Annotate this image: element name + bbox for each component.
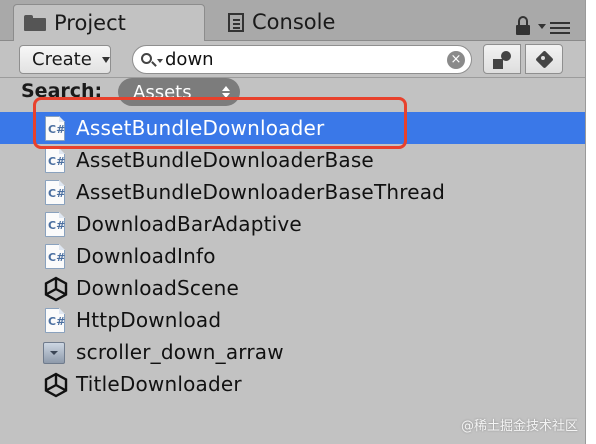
list-item[interactable]: DownloadScene <box>0 272 585 304</box>
list-item[interactable]: C# DownloadInfo <box>0 240 585 272</box>
csharp-script-icon: C# <box>43 148 67 174</box>
list-item-label: DownloadBarAdaptive <box>76 212 302 236</box>
create-label: Create <box>32 49 92 70</box>
tab-project-label: Project <box>54 11 126 35</box>
csharp-script-icon: C# <box>43 180 67 206</box>
tab-bar: Project Console <box>0 0 585 41</box>
create-dropdown-button[interactable]: Create <box>19 45 111 74</box>
project-toolbar: Create × <box>0 41 585 78</box>
list-item[interactable]: scroller_down_arraw <box>0 336 585 368</box>
tab-console[interactable]: Console <box>226 4 335 40</box>
folder-icon <box>24 15 46 31</box>
search-by-type-button[interactable] <box>483 44 521 74</box>
unity-scene-icon <box>43 276 68 302</box>
search-icon[interactable] <box>139 50 163 70</box>
watermark: @稀土掘金技术社区 <box>460 419 578 434</box>
lock-icon[interactable] <box>516 16 530 36</box>
unity-scene-icon <box>43 372 68 398</box>
list-item-label: AssetBundleDownloaderBase <box>76 148 374 172</box>
list-item-label: HttpDownload <box>76 308 222 332</box>
clear-search-icon[interactable]: × <box>447 51 465 69</box>
list-item-label: AssetBundleDownloaderBaseThread <box>76 180 446 204</box>
csharp-script-icon: C# <box>43 244 67 270</box>
tab-console-label: Console <box>252 10 336 34</box>
shapes-icon <box>493 51 513 69</box>
console-icon <box>228 12 244 32</box>
list-item-label: TitleDownloader <box>76 372 242 396</box>
search-by-label-button[interactable] <box>525 44 563 74</box>
list-item[interactable]: C# DownloadBarAdaptive <box>0 208 585 240</box>
list-item[interactable]: C# AssetBundleDownloaderBaseThread <box>0 176 585 208</box>
list-item-label: scroller_down_arraw <box>76 340 284 364</box>
list-item[interactable]: TitleDownloader <box>0 368 585 400</box>
search-input[interactable] <box>165 49 435 70</box>
tab-project[interactable]: Project <box>13 4 205 41</box>
texture-icon <box>43 340 67 366</box>
annotation-highlight-box <box>33 97 407 149</box>
chevron-down-icon <box>101 56 110 63</box>
adjacent-panel-edge <box>585 0 596 444</box>
list-item-label: DownloadInfo <box>76 244 216 268</box>
list-item-label: DownloadScene <box>76 276 239 300</box>
csharp-script-icon: C# <box>43 308 67 334</box>
tag-icon <box>535 50 554 69</box>
search-field[interactable]: × <box>132 45 472 74</box>
csharp-script-icon: C# <box>43 212 67 238</box>
list-item[interactable]: C# HttpDownload <box>0 304 585 336</box>
panel-menu-icon[interactable] <box>538 20 572 38</box>
search-results-list: C# AssetBundleDownloader C# AssetBundleDown… <box>0 112 585 400</box>
